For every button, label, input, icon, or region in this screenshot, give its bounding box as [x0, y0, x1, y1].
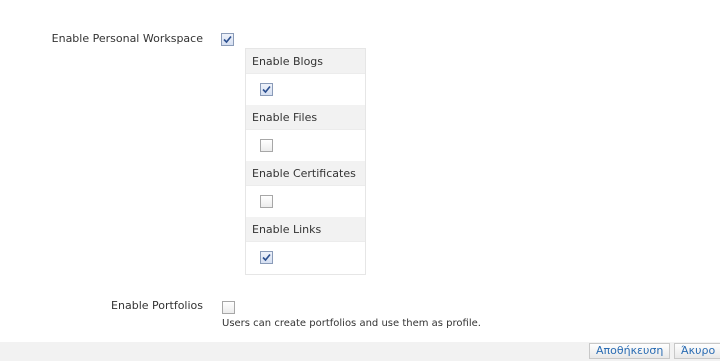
portfolios-checkbox[interactable]	[222, 301, 235, 314]
workspace-suboptions-group: Enable Blogs Enable Files Enable Certifi…	[245, 48, 366, 275]
form-footer: Αποθήκευση Άκυρο	[0, 342, 720, 361]
suboption-header-links: Enable Links	[246, 217, 365, 242]
personal-workspace-label: Enable Personal Workspace	[51, 32, 203, 45]
checkmark-icon	[223, 35, 232, 44]
checkmark-icon	[262, 85, 271, 94]
portfolios-label: Enable Portfolios	[111, 299, 203, 312]
portfolios-help-text: Users can create portfolios and use them…	[222, 318, 481, 329]
suboption-header-blogs: Enable Blogs	[246, 49, 365, 74]
checkmark-icon	[262, 253, 271, 262]
personal-workspace-checkbox[interactable]	[221, 33, 234, 46]
suboption-label-blogs: Enable Blogs	[252, 55, 324, 68]
suboption-label-links: Enable Links	[252, 223, 322, 236]
enable-files-checkbox[interactable]	[260, 139, 273, 152]
cancel-button[interactable]: Άκυρο	[674, 343, 720, 359]
suboption-label-certificates: Enable Certificates	[252, 167, 356, 180]
enable-blogs-checkbox[interactable]	[260, 83, 273, 96]
enable-links-checkbox[interactable]	[260, 251, 273, 264]
suboption-header-files: Enable Files	[246, 105, 365, 130]
save-button[interactable]: Αποθήκευση	[589, 343, 671, 359]
suboption-header-certificates: Enable Certificates	[246, 161, 365, 186]
suboption-label-files: Enable Files	[252, 111, 318, 124]
enable-certificates-checkbox[interactable]	[260, 195, 273, 208]
settings-panel: Enable Personal Workspace Enable Blogs E…	[0, 0, 720, 342]
